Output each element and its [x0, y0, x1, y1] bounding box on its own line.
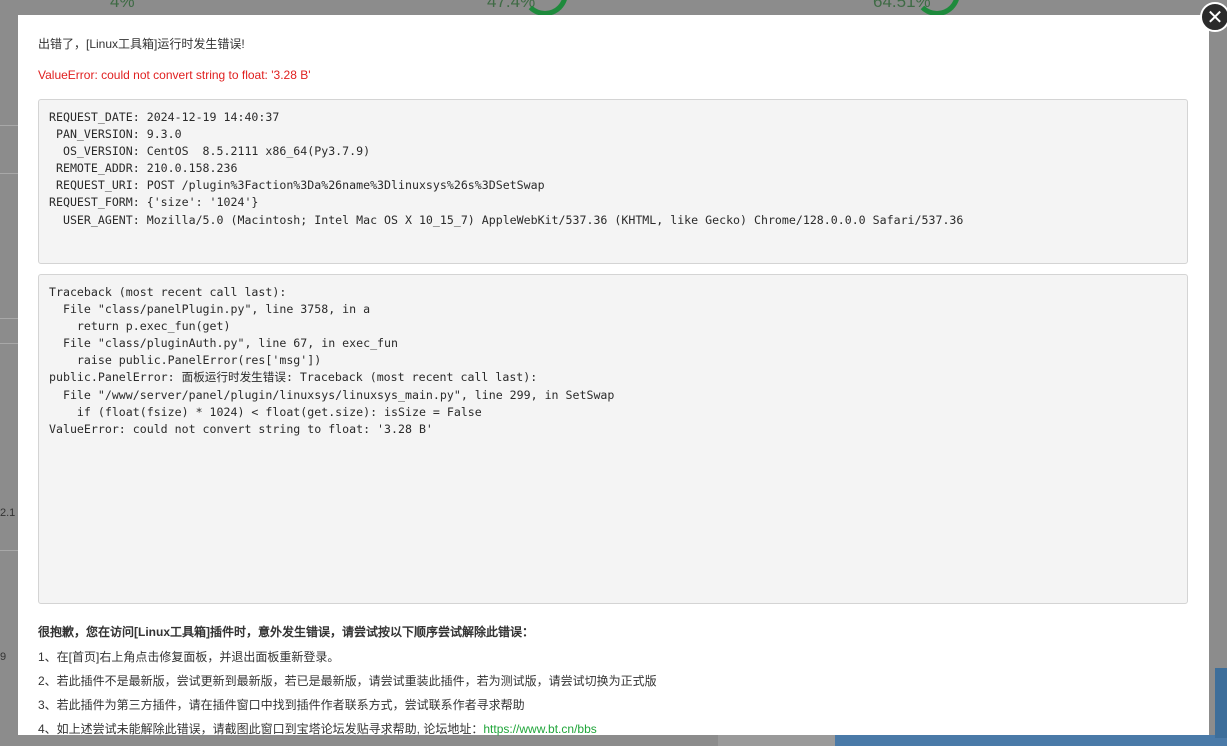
error-dialog: 出错了，[Linux工具箱]运行时发生错误! ValueError: could… — [18, 15, 1209, 737]
traceback-line: File "/www/server/panel/plugin/linuxsys/… — [49, 387, 615, 402]
bg-side-panel — [1215, 668, 1227, 738]
traceback-line: return p.exec_fun(get) — [49, 319, 231, 334]
bg-divider — [0, 318, 18, 319]
traceback-line: Traceback (most recent call last): — [49, 285, 287, 299]
request-info-box: REQUEST_DATE: 2024-12-19 14:40:37 PAN_VE… — [38, 99, 1188, 264]
request-line: PAN_VERSION: 9.3.0 — [49, 127, 182, 142]
bg-divider — [0, 550, 18, 551]
bg-divider — [0, 125, 18, 126]
request-line: OS_VERSION: CentOS 8.5.2111 x86_64(Py3.7… — [49, 144, 371, 159]
request-line: REQUEST_DATE: 2024-12-19 14:40:37 — [49, 110, 280, 124]
help-step-4: 4、如上述尝试未能解除此错误，请截图此窗口到宝塔论坛发贴寻求帮助, 论坛地址：h… — [38, 720, 597, 737]
bg-bottom-strip — [835, 735, 1227, 746]
error-message: ValueError: could not convert string to … — [38, 68, 311, 82]
dialog-title: 出错了，[Linux工具箱]运行时发生错误! — [38, 37, 245, 51]
close-icon: ✕ — [1206, 5, 1224, 29]
request-line: REQUEST_URI: POST /plugin%3Faction%3Da%2… — [49, 178, 545, 193]
traceback-line: File "class/pluginAuth.py", line 67, in … — [49, 336, 399, 351]
bg-side-label: 9 — [0, 651, 7, 663]
bg-gauge-ring-icon — [914, 0, 960, 16]
bg-divider — [0, 343, 18, 344]
help-step-3: 3、若此插件为第三方插件，请在插件窗口中找到插件作者联系方式，尝试联系作者寻求帮… — [38, 698, 525, 712]
help-title: 很抱歉，您在访问[Linux工具箱]插件时，意外发生错误，请尝试按以下顺序尝试解… — [38, 625, 534, 639]
bg-gauge-ring-icon — [522, 0, 568, 16]
traceback-line: File "class/panelPlugin.py", line 3758, … — [49, 302, 371, 317]
request-line: USER_AGENT: Mozilla/5.0 (Macintosh; Inte… — [49, 212, 964, 227]
forum-link[interactable]: https://www.bt.cn/bbs — [483, 722, 596, 736]
bg-bottom-strip — [718, 735, 835, 746]
traceback-box: Traceback (most recent call last): File … — [38, 274, 1188, 604]
request-line: REQUEST_FORM: {'size': '1024'} — [49, 195, 259, 210]
bg-stat-1: 4% — [110, 0, 135, 11]
close-dialog-button[interactable]: ✕ — [1200, 2, 1227, 32]
bg-side-label: 2.1 — [0, 507, 16, 519]
traceback-line: if (float(fsize) * 1024) < float(get.siz… — [49, 404, 482, 419]
help-step-2: 2、若此插件不是最新版，尝试更新到最新版，若已是最新版，请尝试重装此插件，若为测… — [38, 674, 657, 688]
request-line: REMOTE_ADDR: 210.0.158.236 — [49, 161, 238, 176]
traceback-line: ValueError: could not convert string to … — [49, 421, 433, 436]
help-step-4-text: 4、如上述尝试未能解除此错误，请截图此窗口到宝塔论坛发贴寻求帮助, 论坛地址： — [38, 722, 484, 736]
bg-divider — [0, 173, 18, 174]
traceback-line: raise public.PanelError(res['msg']) — [49, 353, 322, 368]
help-step-1: 1、在[首页]右上角点击修复面板，并退出面板重新登录。 — [38, 650, 340, 664]
traceback-line: public.PanelError: 面板运行时发生错误: Traceback … — [49, 370, 538, 385]
